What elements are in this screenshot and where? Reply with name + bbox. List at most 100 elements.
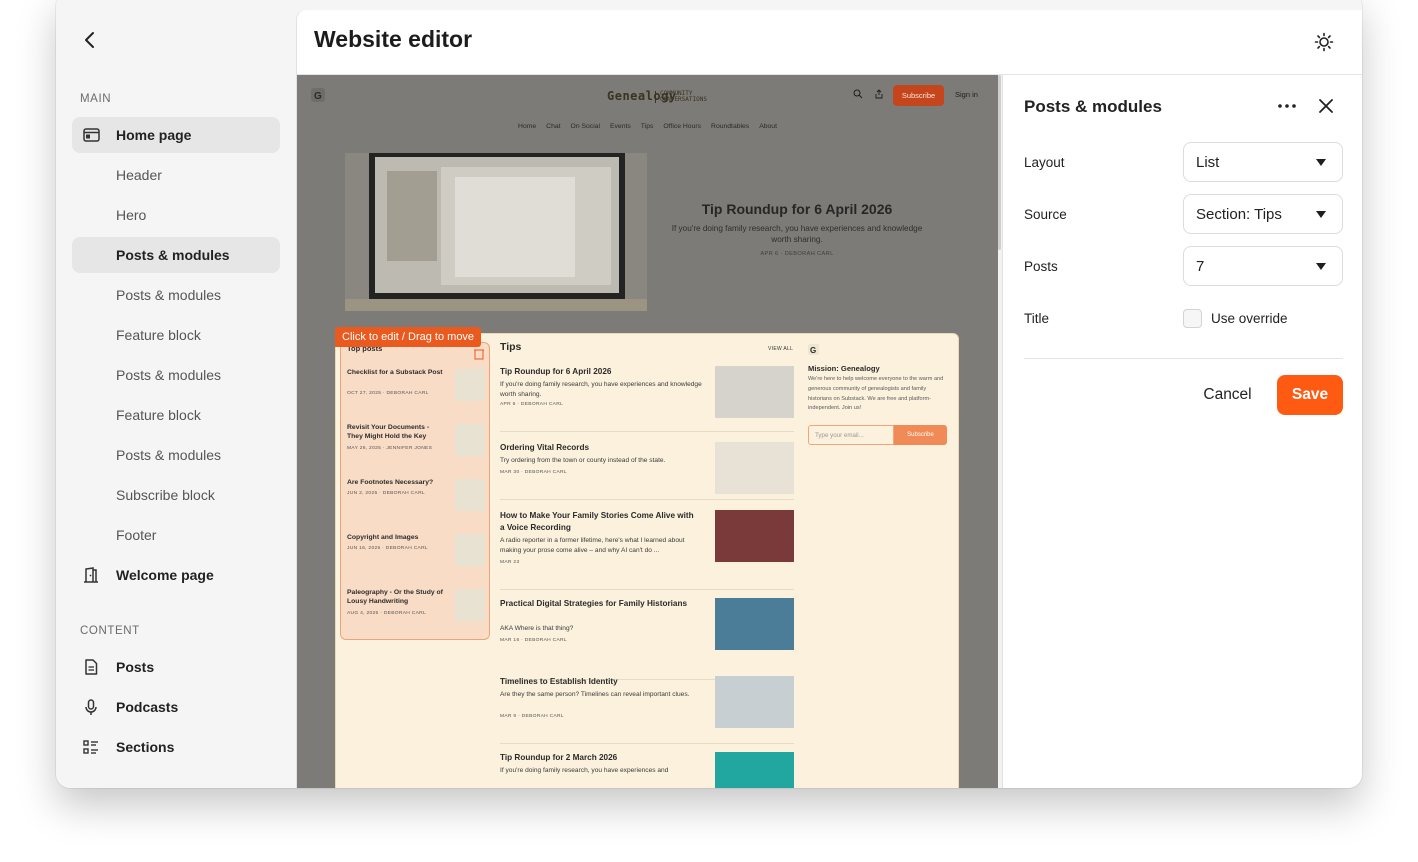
preview-nav-item[interactable]: Chat — [546, 123, 560, 130]
top-post-meta: OCT 27, 2025 · DEBORAH CARL — [347, 391, 429, 396]
sidebar-item-label: Posts & modules — [116, 247, 230, 263]
tip-thumbnail — [715, 752, 794, 788]
sidebar-item-posts-modules-2[interactable]: Posts & modules — [72, 277, 280, 313]
top-post-thumbnail — [455, 479, 485, 511]
top-post-thumbnail — [455, 534, 485, 566]
use-override-label[interactable]: Use override — [1211, 311, 1288, 326]
share-icon[interactable] — [874, 89, 884, 99]
sidebar-item-footer[interactable]: Footer — [72, 517, 280, 553]
preview-subscribe-button[interactable]: Subscribe — [893, 85, 944, 106]
sidebar-item-label: Sections — [116, 739, 175, 755]
sidebar-item-posts[interactable]: Posts — [72, 649, 280, 685]
list-item[interactable]: Copyright and Images JUN 16, 2025 · DEBO… — [347, 534, 487, 584]
sidebar-item-header[interactable]: Header — [72, 157, 280, 193]
cancel-button[interactable]: Cancel — [1185, 375, 1270, 415]
posts-count-select[interactable]: 7 — [1183, 246, 1343, 286]
back-button[interactable] — [78, 28, 102, 52]
preview-scrollbar-thumb[interactable] — [998, 75, 1001, 250]
top-post-title: Are Footnotes Necessary? — [347, 479, 434, 486]
sidebar-item-feature-block-1[interactable]: Feature block — [72, 317, 280, 353]
tip-description: If you're doing family research, you hav… — [500, 381, 702, 398]
preview-nav-item[interactable]: On Social — [571, 123, 600, 130]
sidebar-item-label: Posts & modules — [116, 447, 222, 463]
preview-nav-item[interactable]: About — [759, 123, 777, 130]
source-value: Section: Tips — [1196, 205, 1282, 223]
top-post-meta: JUN 2, 2025 · DEBORAH CARL — [347, 491, 425, 496]
search-icon[interactable] — [853, 89, 863, 99]
sidebar-item-posts-modules-1[interactable]: Posts & modules — [72, 237, 280, 273]
preview-nav: Home Chat On Social Events Tips Office H… — [297, 123, 998, 130]
tip-meta: MAR 16 · DEBORAH CARL — [500, 638, 567, 643]
table-row[interactable]: How to Make Your Family Stories Come Ali… — [500, 510, 794, 590]
layout-value: List — [1196, 153, 1220, 171]
table-row[interactable]: Practical Digital Strategies for Family … — [500, 598, 794, 680]
preview-nav-item[interactable]: Roundtables — [711, 123, 749, 130]
preview-nav-item[interactable]: Office Hours — [663, 123, 701, 130]
layout-select[interactable]: List — [1183, 142, 1343, 182]
tip-thumbnail — [715, 366, 794, 418]
list-item[interactable]: Revisit Your Documents - They Might Hold… — [347, 424, 487, 474]
list-item[interactable]: Paleography - Or the Study of Lousy Hand… — [347, 589, 487, 639]
more-options-button[interactable] — [1275, 96, 1299, 116]
top-post-title: Copyright and Images — [347, 534, 419, 541]
content-section-heading: CONTENT — [80, 625, 140, 637]
use-override-checkbox[interactable] — [1183, 309, 1202, 328]
preview-sign-in-link[interactable]: Sign in — [955, 90, 978, 99]
list-item[interactable]: Are Footnotes Necessary? JUN 2, 2025 · D… — [347, 479, 487, 529]
tip-description: AKA Where is that thing? — [500, 625, 574, 632]
top-post-title: Checklist for a Substack Post — [347, 369, 443, 376]
mission-subscribe-button[interactable]: Subscribe — [894, 425, 947, 445]
preview-nav-item[interactable]: Events — [610, 123, 631, 130]
main-header: Website editor — [297, 10, 1362, 75]
title-label: Title — [1024, 311, 1050, 326]
tip-title: Tip Roundup for 2 March 2026 — [500, 753, 618, 762]
sidebar-item-label: Podcasts — [116, 699, 179, 715]
top-post-thumbnail — [455, 369, 485, 401]
caret-down-icon — [1316, 263, 1326, 270]
tip-meta: APR 6 · DEBORAH CARL — [500, 402, 564, 407]
top-posts-panel[interactable]: Top posts Checklist for a Substack Post … — [340, 342, 490, 640]
preview-nav-item[interactable]: Home — [518, 123, 536, 130]
sidebar-item-sections[interactable]: Sections — [72, 729, 280, 765]
sidebar-item-label: Subscribe block — [116, 487, 215, 503]
table-row[interactable]: Timelines to Establish Identity Are they… — [500, 676, 794, 744]
sidebar-item-hero[interactable]: Hero — [72, 197, 280, 233]
sidebar-item-welcome-page[interactable]: Welcome page — [72, 557, 280, 593]
sidebar-item-label: Feature block — [116, 327, 201, 343]
preview-nav-item[interactable]: Tips — [641, 123, 654, 130]
website-preview[interactable]: G Genealogy COMMUNITY CONVERSATIONS Subs… — [297, 75, 998, 788]
sidebar-item-feature-block-2[interactable]: Feature block — [72, 397, 280, 433]
sidebar-item-subscribe-block[interactable]: Subscribe block — [72, 477, 280, 513]
tip-title: Practical Digital Strategies for Family … — [500, 599, 688, 608]
sidebar-item-home-page[interactable]: Home page — [72, 117, 280, 153]
table-row[interactable]: Tip Roundup for 6 April 2026 If you're d… — [500, 366, 794, 432]
edit-drag-tag[interactable]: Click to edit / Drag to move — [335, 327, 482, 347]
sidebar-item-label: Posts — [116, 659, 155, 675]
list-item[interactable]: Checklist for a Substack Post OCT 27, 20… — [347, 369, 487, 419]
tip-title: How to Make Your Family Stories Come Ali… — [500, 511, 694, 532]
view-all-link[interactable]: VIEW ALL — [768, 346, 793, 352]
source-select[interactable]: Section: Tips — [1183, 194, 1343, 234]
sidebar-item-label: Hero — [116, 207, 147, 223]
sidebar-item-label: Feature block — [116, 407, 201, 423]
list-icon — [82, 738, 100, 756]
sidebar-item-label: Welcome page — [116, 567, 214, 583]
theme-toggle-button[interactable] — [1310, 28, 1338, 56]
trash-icon[interactable] — [474, 348, 484, 360]
hero-title[interactable]: Tip Roundup for 6 April 2026 — [667, 201, 927, 217]
posts-modules-block[interactable]: Top posts Checklist for a Substack Post … — [335, 333, 959, 788]
tip-meta: MAR 30 · DEBORAH CARL — [500, 470, 567, 475]
table-row[interactable]: Ordering Vital Records Try ordering from… — [500, 442, 794, 500]
chevron-left-icon — [85, 32, 94, 48]
sidebar-item-podcasts[interactable]: Podcasts — [72, 689, 280, 725]
close-button[interactable] — [1315, 95, 1337, 117]
save-button[interactable]: Save — [1277, 375, 1343, 415]
sidebar-item-posts-modules-4[interactable]: Posts & modules — [72, 437, 280, 473]
tip-description: Try ordering from the town or county ins… — [500, 457, 666, 464]
sidebar-item-posts-modules-3[interactable]: Posts & modules — [72, 357, 280, 393]
table-row[interactable]: Tip Roundup for 2 March 2026 If you're d… — [500, 752, 794, 788]
tip-title: Tip Roundup for 6 April 2026 — [500, 367, 612, 376]
page-title: Website editor — [314, 26, 473, 52]
email-input[interactable]: Type your email... — [808, 425, 894, 445]
site-logo-icon: G — [311, 88, 325, 102]
